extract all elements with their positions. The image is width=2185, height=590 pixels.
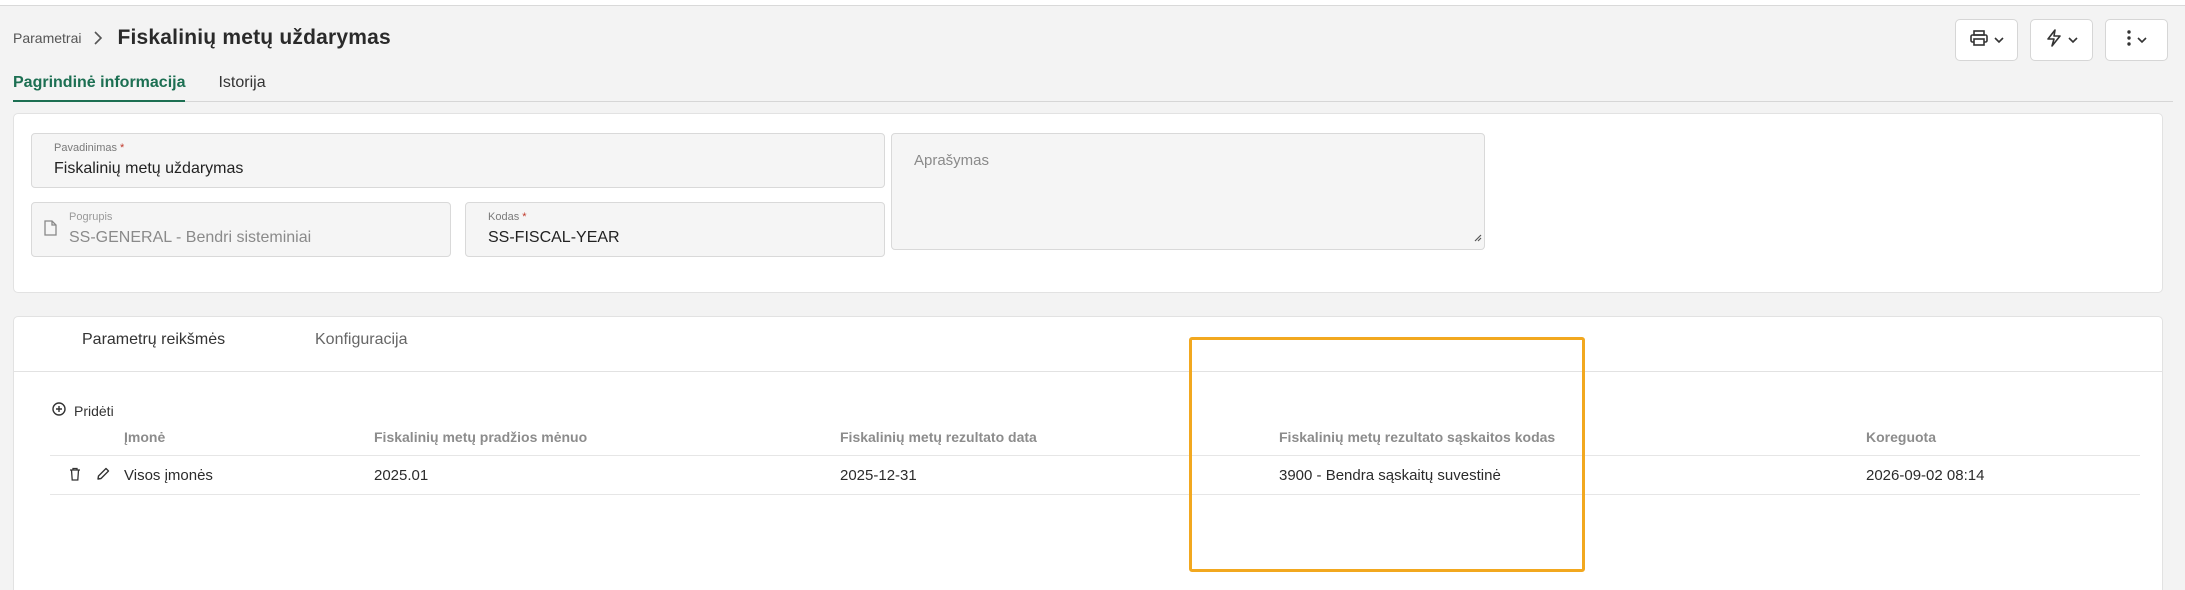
print-menu-button[interactable] — [1955, 19, 2018, 61]
breadcrumb: Parametrai Fiskalinių metų uždarymas — [13, 26, 391, 50]
code-field-value: SS-FISCAL-YEAR — [488, 229, 620, 246]
add-circle-icon — [52, 402, 66, 419]
main-tabs: Pagrindinė informacija Istorija — [13, 72, 2173, 102]
cell-result-date: 2025-12-31 — [840, 467, 917, 484]
add-button[interactable]: Pridėti — [52, 402, 114, 419]
details-card: Pavadinimas * Fiskalinių metų uždarymas … — [13, 113, 2163, 293]
column-header-result-date[interactable]: Fiskalinių metų rezultato data — [840, 429, 1037, 445]
page-title: Fiskalinių metų uždarymas — [117, 26, 391, 49]
tab-main-info[interactable]: Pagrindinė informacija — [13, 72, 186, 102]
subgroup-field-label: Pogrupis — [69, 211, 113, 223]
description-textarea[interactable]: Aprašymas — [891, 133, 1485, 250]
lightning-icon — [2046, 28, 2062, 52]
actions-menu-button[interactable] — [2030, 19, 2093, 61]
cell-start-month: 2025.01 — [374, 467, 429, 484]
edit-icon[interactable] — [94, 465, 112, 483]
column-header-start-month[interactable]: Fiskalinių metų pradžios mėnuo — [374, 429, 587, 445]
header-actions — [1955, 19, 2168, 61]
chevron-down-icon — [2067, 31, 2078, 49]
name-field-value: Fiskalinių metų uždarymas — [54, 160, 244, 177]
breadcrumb-parent-link[interactable]: Parametrai — [13, 30, 81, 46]
name-field-label: Pavadinimas * — [54, 142, 125, 154]
add-button-label: Pridėti — [74, 402, 114, 419]
table-row: Visos įmonės 2025.01 2025-12-31 3900 - B… — [50, 457, 2140, 495]
name-field[interactable]: Pavadinimas * Fiskalinių metų uždarymas — [31, 133, 885, 188]
subtab-configuration[interactable]: Konfiguracija — [315, 331, 408, 349]
chevron-right-icon — [91, 31, 105, 45]
values-subtabs: Parametrų reikšmės Konfiguracija — [14, 317, 2162, 372]
cell-modified: 2026-09-02 08:14 — [1866, 467, 1985, 484]
trash-icon[interactable] — [66, 465, 84, 483]
subgroup-field: Pogrupis SS-GENERAL - Bendri sisteminiai — [31, 202, 451, 257]
printer-icon — [1969, 29, 1988, 51]
chevron-down-icon — [2136, 31, 2147, 49]
cell-company: Visos įmonės — [124, 467, 213, 484]
table-header: Įmonė Fiskalinių metų pradžios mėnuo Fis… — [50, 429, 2140, 456]
tab-history[interactable]: Istorija — [218, 72, 265, 102]
column-header-modified[interactable]: Koreguota — [1866, 429, 1936, 445]
highlight-box — [1189, 337, 1585, 572]
document-icon — [44, 220, 57, 241]
values-card: Parametrų reikšmės Konfiguracija Pridėti… — [13, 316, 2163, 590]
window-top-bar — [0, 0, 2185, 6]
more-vertical-icon — [2126, 29, 2131, 51]
more-menu-button[interactable] — [2105, 19, 2168, 61]
description-placeholder: Aprašymas — [914, 152, 990, 169]
column-header-company[interactable]: Įmonė — [124, 429, 165, 445]
resize-icon[interactable] — [1472, 229, 1482, 247]
subgroup-field-value: SS-GENERAL - Bendri sisteminiai — [69, 229, 312, 246]
chevron-down-icon — [1993, 31, 2004, 49]
subtab-parameter-values[interactable]: Parametrų reikšmės — [82, 331, 225, 349]
code-field[interactable]: Kodas * SS-FISCAL-YEAR — [465, 202, 885, 257]
code-field-label: Kodas * — [488, 211, 527, 223]
